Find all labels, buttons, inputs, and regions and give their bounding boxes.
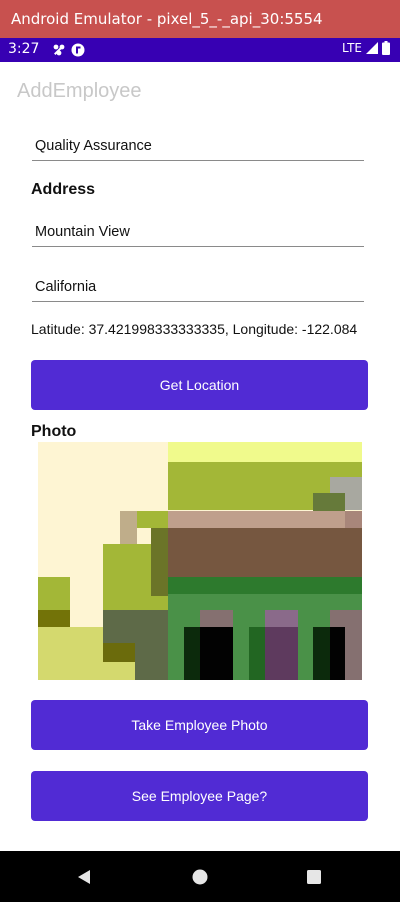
see-employee-page-button[interactable]: See Employee Page? bbox=[31, 771, 368, 821]
navigation-bar bbox=[0, 851, 400, 902]
emulator-title-bar: Android Emulator - pixel_5_-_api_30:5554 bbox=[0, 0, 400, 38]
home-button[interactable] bbox=[187, 864, 213, 890]
state-field[interactable] bbox=[32, 272, 364, 302]
status-time: 3:27 bbox=[8, 41, 40, 57]
status-indicators: LTE bbox=[342, 41, 390, 55]
address-heading: Address bbox=[31, 181, 96, 198]
back-triangle-icon bbox=[78, 870, 90, 884]
location-coordinates: Latitude: 37.421998333333335, Longitude:… bbox=[31, 321, 358, 337]
battery-icon bbox=[382, 41, 390, 55]
take-photo-button[interactable]: Take Employee Photo bbox=[31, 700, 368, 750]
back-button[interactable] bbox=[71, 864, 97, 890]
network-type: LTE bbox=[342, 41, 362, 55]
app-notification-icon bbox=[71, 43, 85, 57]
get-location-button[interactable]: Get Location bbox=[31, 360, 368, 410]
home-circle-icon bbox=[192, 869, 208, 885]
status-bar: 3:27 LTE bbox=[0, 38, 400, 62]
dots-notification-icon bbox=[53, 44, 65, 56]
city-field[interactable] bbox=[32, 217, 364, 247]
recents-button[interactable] bbox=[301, 864, 327, 890]
department-field[interactable] bbox=[32, 131, 364, 161]
recents-square-icon bbox=[307, 870, 321, 884]
emulator-frame: Android Emulator - pixel_5_-_api_30:5554… bbox=[0, 0, 400, 902]
page-title: AddEmployee bbox=[17, 80, 142, 102]
emulator-title: Android Emulator - pixel_5_-_api_30:5554 bbox=[11, 10, 323, 28]
signal-icon bbox=[366, 42, 378, 54]
photo-heading: Photo bbox=[31, 423, 77, 440]
employee-photo bbox=[38, 442, 362, 680]
